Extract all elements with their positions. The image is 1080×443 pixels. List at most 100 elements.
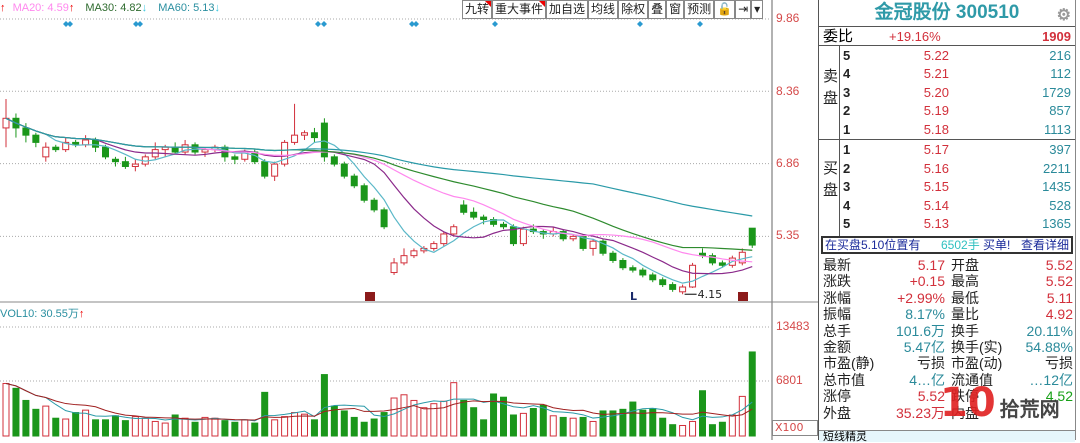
volume-bar (579, 416, 587, 437)
chart-toolbar: 九转 重大事件 加自选 均线 除权 叠 窗 预测 🔓 ⇥ ▾ (462, 0, 764, 19)
price: 5.16 (923, 160, 949, 176)
dropdown-chevron-icon[interactable]: ▾ (751, 0, 764, 18)
price: 5.17 (923, 142, 949, 157)
candle-body (470, 211, 478, 218)
volume-bar (320, 374, 328, 437)
stat-label: 内盘 (951, 404, 979, 421)
stat-label: 总手 (823, 322, 851, 339)
candle-body (330, 156, 338, 165)
volume-bar (350, 416, 358, 437)
volume-bar (490, 393, 498, 437)
volume-bar (131, 416, 139, 437)
buy-level-row[interactable]: 3 5.15 1435 (823, 178, 1071, 196)
marker-l: L (630, 290, 637, 303)
moving-average-button[interactable]: 均线 (588, 0, 619, 18)
stat-label: 外盘 (823, 404, 851, 421)
volume-bar (301, 413, 308, 437)
short-term-sprite-header[interactable]: 短线精灵 (819, 430, 1075, 442)
ex-rights-button[interactable]: 除权 (618, 0, 649, 18)
candle-body (370, 199, 378, 211)
price: 5.21 (923, 66, 949, 82)
volume-bar (2, 382, 10, 437)
quantity: 1113 (1044, 121, 1071, 137)
forecast-button[interactable]: 预测 (684, 0, 715, 18)
volume-bar (151, 420, 159, 437)
price-tick: 9.86 (776, 11, 800, 25)
volume-bar (231, 421, 239, 437)
big-order-banner[interactable]: 在买盘5.10位置有 6502手 买单! 查看详细 (821, 236, 1073, 254)
sell-level-row[interactable]: 4 5.21 112 (823, 65, 1071, 83)
volume-bar (181, 417, 189, 437)
stat-value: 35.23万 (895, 404, 945, 421)
ma60-label: MA60: 5.13 (158, 2, 215, 14)
volume-bar (360, 421, 368, 437)
stat-row: 涨停 5.52 跌停 4.52 (823, 388, 1073, 405)
weibi-pct: +19.16% (889, 29, 941, 44)
candle-body (619, 259, 627, 269)
volume-bar (310, 419, 318, 437)
buy-level-row[interactable]: 1 5.17 397 (823, 141, 1071, 159)
stock-name: 金冠股份 300510 (874, 2, 1020, 23)
volume-bar (32, 408, 40, 437)
nine-turn-button[interactable]: 九转 (462, 0, 493, 18)
volume-bar (639, 409, 647, 437)
buy-level-row[interactable]: 2 5.16 2211 (823, 160, 1071, 178)
kline-chart-svg[interactable]: 4.15 L (0, 0, 818, 440)
sell-level-row[interactable]: 2 5.19 857 (823, 102, 1071, 120)
candle-body (191, 144, 199, 153)
buy-level-row[interactable]: 5 5.13 1365 (823, 215, 1071, 233)
volume-bar (699, 390, 706, 437)
quantity: 2211 (1043, 160, 1071, 176)
stat-value: 4…亿 (909, 371, 945, 388)
view-details-link[interactable]: 查看详细 (1021, 238, 1069, 252)
stat-label: 换手 (951, 322, 979, 339)
volume-bar (539, 404, 547, 437)
overlay-button[interactable]: 叠 (648, 0, 667, 18)
volume-legend: VOL10: 30.55万↑ (0, 305, 84, 321)
volume-bar (42, 405, 50, 437)
candle-body (440, 233, 448, 245)
window-button[interactable]: 窗 (666, 0, 685, 18)
candle-body (340, 163, 348, 177)
sell-level-row[interactable]: 3 5.20 1729 (823, 84, 1071, 102)
buy-level-row[interactable]: 4 5.14 528 (823, 197, 1071, 215)
stat-label: 开盘 (951, 257, 979, 273)
quantity: 216 (1049, 48, 1071, 63)
stat-label: 涨跌 (823, 273, 851, 290)
add-watchlist-button[interactable]: 加自选 (546, 0, 589, 18)
stat-value: 4.52 (1045, 388, 1073, 405)
candle-body (500, 223, 507, 228)
quantity: 397 (1049, 142, 1071, 157)
level: 2 (843, 103, 851, 119)
volume-tick: 13483 (776, 319, 810, 333)
price: 5.18 (923, 121, 949, 137)
stat-value: 5.52 (1045, 257, 1073, 273)
stat-label: 金额 (823, 339, 851, 355)
candle-body (430, 243, 438, 249)
stat-value: 5.52 (1045, 273, 1073, 290)
kline-chart-area[interactable]: 4.15 L ↑ MA20: 4.59↑ MA30: 4.82↓ MA60: 5.… (0, 0, 818, 440)
quantity: 1729 (1042, 84, 1071, 100)
banner-text: 在买盘5.10位置有 (825, 238, 921, 252)
candle-body (669, 284, 677, 290)
volume-bar (390, 397, 398, 437)
volume-bar (161, 422, 169, 437)
stat-value: 101.6万 (895, 322, 945, 339)
major-events-button[interactable]: 重大事件 (492, 0, 547, 18)
volume-bar (92, 419, 100, 437)
jump-to-end-icon[interactable]: ⇥ (735, 0, 752, 18)
event-diamond-icon (137, 21, 143, 27)
volume-bar (400, 394, 408, 437)
sell-level-row[interactable]: 1 5.18 1113 (823, 121, 1071, 139)
event-diamond-icon (67, 21, 73, 27)
volume-bar (340, 410, 348, 437)
candle-body (649, 274, 657, 281)
sell-level-row[interactable]: 5 5.22 216 (823, 47, 1071, 65)
volume-bar (460, 399, 468, 437)
candle-body (131, 163, 139, 167)
ma20-line (5, 117, 753, 263)
volume-bar (52, 417, 60, 437)
volume-bar (141, 417, 149, 437)
price: 5.15 (923, 179, 949, 195)
lock-icon[interactable]: 🔓 (714, 0, 736, 18)
